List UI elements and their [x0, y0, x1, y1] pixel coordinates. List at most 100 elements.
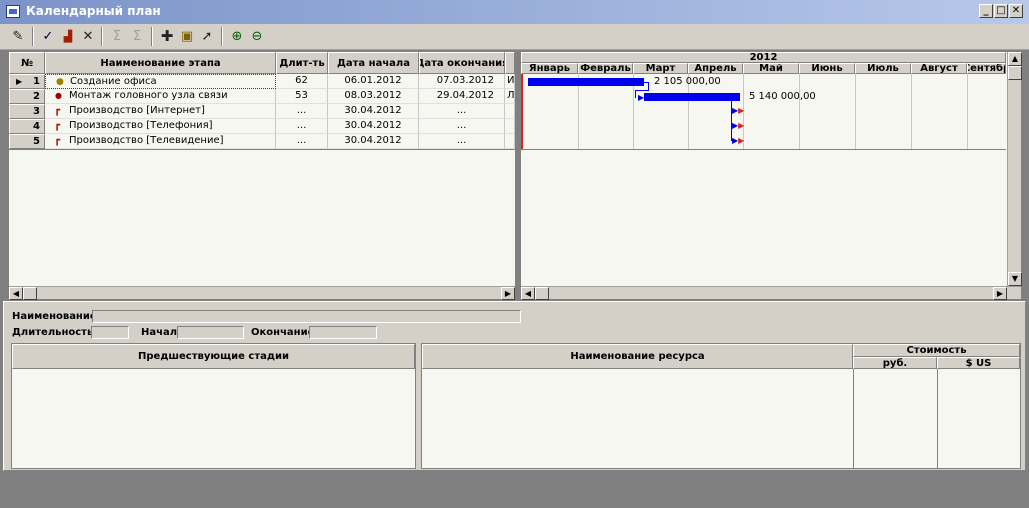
scroll-right-icon[interactable]: ▶ — [993, 287, 1007, 300]
gantt-arrow-icon: ▶▶ — [732, 106, 745, 115]
table-row-name[interactable]: ● Монтаж головного узла связи — [45, 89, 276, 104]
gantt-bar-1[interactable] — [528, 78, 644, 86]
link-icon[interactable]: ▣ — [177, 27, 197, 46]
column-divider — [937, 369, 938, 468]
minimize-button[interactable]: _ — [979, 4, 993, 18]
predecessors-header[interactable]: Предшествующие стадии — [12, 344, 415, 369]
table-cell-start[interactable]: 30.04.2012 — [328, 134, 419, 149]
row-number[interactable]: 5 — [9, 134, 45, 149]
row-number[interactable]: 2 — [9, 89, 45, 104]
table-cell-extra[interactable] — [505, 134, 515, 149]
table-cell-end[interactable]: 07.03.2012 — [419, 74, 505, 89]
toolbar-separator — [101, 27, 103, 46]
table-cell-extra[interactable]: И — [505, 74, 515, 89]
delete-icon[interactable]: ✕ — [78, 27, 98, 46]
stage-dot-icon: ● — [55, 91, 62, 100]
header-num[interactable]: № — [9, 52, 45, 74]
duration-field[interactable] — [91, 326, 129, 339]
check-icon[interactable]: ✓ — [38, 27, 58, 46]
usd-header[interactable]: $ US — [937, 357, 1020, 369]
sum-icon[interactable]: Σ — [107, 27, 127, 46]
scroll-thumb[interactable] — [1008, 66, 1022, 80]
gantt-arrow-icon: ▶▶ — [732, 121, 745, 130]
grid-hscrollbar[interactable]: ◀ ▶ — [9, 286, 515, 300]
toolbar-separator — [151, 27, 153, 46]
table-cell-start[interactable]: 30.04.2012 — [328, 104, 419, 119]
table-row-name[interactable]: ┏ Производство [Телевидение] — [45, 134, 276, 149]
resource-name-header[interactable]: Наименование ресурса — [422, 344, 853, 369]
grid-bottom-line — [9, 149, 515, 150]
header-extra[interactable] — [505, 52, 515, 74]
title-bar: Календарный план _ □ ✕ — [0, 0, 1029, 24]
gantt-vscrollbar[interactable]: ▲ ▼ — [1007, 52, 1022, 286]
table-cell-extra[interactable] — [505, 104, 515, 119]
header-start[interactable]: Дата начала — [328, 52, 419, 74]
gantt-bar-1-label: 2 105 000,00 — [654, 76, 721, 87]
duration-label: Длительность: — [12, 327, 98, 338]
budget-icon[interactable]: ▟ — [58, 27, 78, 46]
gantt-chart: 2012 Январь Февраль Март Апрель Май Июнь… — [520, 51, 1022, 300]
table-row-name[interactable]: ┏ Производство [Телефония] — [45, 119, 276, 134]
gantt-bar-2-label: 5 140 000,00 — [749, 91, 816, 102]
toolbar: ✎ ✓ ▟ ✕ Σ Σ ✚ ▣ ➚ ⊕ ⊖ — [0, 24, 1029, 50]
table-cell-end[interactable]: ... — [419, 119, 505, 134]
row-number[interactable]: ▶ 1 — [9, 74, 45, 89]
header-end[interactable]: Дата окончания — [419, 52, 505, 74]
predecessors-table: Предшествующие стадии — [11, 343, 416, 469]
add-icon[interactable]: ✚ — [157, 27, 177, 46]
scroll-thumb[interactable] — [535, 287, 549, 300]
gantt-link — [644, 82, 649, 90]
zoom-out-icon[interactable]: ⊖ — [247, 27, 267, 46]
table-cell-start[interactable]: 06.01.2012 — [328, 74, 419, 89]
header-name[interactable]: Наименование этапа — [45, 52, 276, 74]
window-icon — [6, 5, 20, 18]
table-cell-end[interactable]: ... — [419, 134, 505, 149]
gantt-hscrollbar[interactable]: ◀ ▶ — [521, 286, 1021, 300]
table-row-name[interactable]: ● Создание офиса — [45, 74, 276, 89]
edit-icon[interactable]: ✎ — [8, 27, 28, 46]
scroll-left-icon[interactable]: ◀ — [9, 287, 23, 300]
table-cell-extra[interactable]: Л — [505, 89, 515, 104]
month-gridline — [911, 74, 912, 149]
name-label: Наименование: — [12, 311, 101, 322]
table-cell-end[interactable]: ... — [419, 104, 505, 119]
table-cell-extra[interactable] — [505, 119, 515, 134]
gantt-months: Январь Февраль Март Апрель Май Июнь Июль… — [521, 63, 1006, 74]
table-cell-start[interactable]: 08.03.2012 — [328, 89, 419, 104]
table-cell-duration[interactable]: ... — [276, 134, 328, 149]
month-label: Февраль — [578, 63, 633, 74]
end-field[interactable] — [309, 326, 377, 339]
scroll-left-icon[interactable]: ◀ — [521, 287, 535, 300]
scroll-thumb[interactable] — [23, 287, 37, 300]
gantt-bar-2[interactable] — [644, 93, 740, 101]
gantt-year: 2012 — [521, 52, 1006, 63]
maximize-button[interactable]: □ — [994, 4, 1008, 18]
sum-alt-icon[interactable]: Σ — [127, 27, 147, 46]
row-number[interactable]: 4 — [9, 119, 45, 134]
month-gridline — [799, 74, 800, 149]
scroll-up-icon[interactable]: ▲ — [1008, 52, 1022, 66]
zoom-in-icon[interactable]: ⊕ — [227, 27, 247, 46]
scroll-down-icon[interactable]: ▼ — [1008, 272, 1022, 286]
month-label: Май — [743, 63, 799, 74]
scroll-right-icon[interactable]: ▶ — [501, 287, 515, 300]
close-button[interactable]: ✕ — [1009, 4, 1023, 18]
table-cell-duration[interactable]: ... — [276, 104, 328, 119]
pointer-icon[interactable]: ➚ — [197, 27, 217, 46]
month-gridline — [855, 74, 856, 149]
table-cell-start[interactable]: 30.04.2012 — [328, 119, 419, 134]
name-field[interactable] — [92, 310, 521, 323]
start-field[interactable] — [177, 326, 244, 339]
table-cell-end[interactable]: 29.04.2012 — [419, 89, 505, 104]
row-number[interactable]: 3 — [9, 104, 45, 119]
production-icon: ┏ — [54, 120, 61, 131]
cost-header[interactable]: Стоимость — [853, 344, 1020, 357]
table-cell-duration[interactable]: 53 — [276, 89, 328, 104]
month-gridline — [967, 74, 968, 149]
rub-header[interactable]: руб. — [853, 357, 937, 369]
table-cell-duration[interactable]: ... — [276, 119, 328, 134]
header-duration[interactable]: Длит-ть — [276, 52, 328, 74]
column-divider — [853, 369, 854, 468]
table-cell-duration[interactable]: 62 — [276, 74, 328, 89]
table-row-name[interactable]: ┏ Производство [Интернет] — [45, 104, 276, 119]
